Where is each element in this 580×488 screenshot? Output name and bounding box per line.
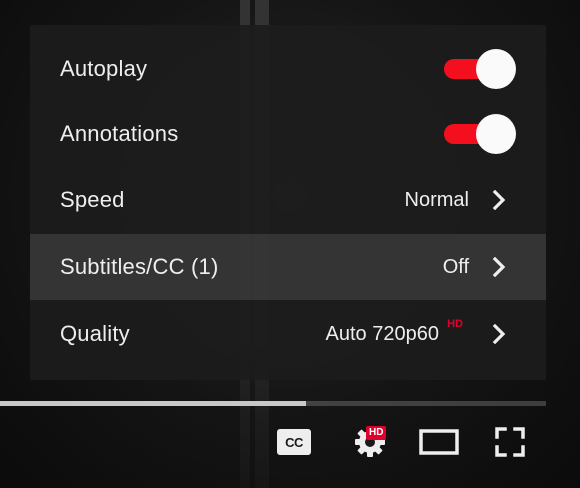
theater-mode-icon bbox=[419, 429, 459, 455]
speed-label: Speed bbox=[60, 187, 125, 212]
cc-icon: CC bbox=[277, 429, 311, 455]
quality-label: Quality bbox=[60, 321, 130, 346]
annotations-toggle[interactable] bbox=[444, 114, 516, 154]
quality-row[interactable]: Quality Auto 720p60 HD bbox=[30, 301, 546, 367]
fullscreen-icon bbox=[495, 427, 525, 457]
progress-loaded bbox=[0, 401, 306, 406]
chevron-right-icon bbox=[492, 324, 506, 344]
chevron-right-icon bbox=[492, 190, 506, 210]
autoplay-toggle[interactable] bbox=[444, 49, 516, 89]
toggle-knob bbox=[476, 114, 516, 154]
quality-value: Auto 720p60 HD bbox=[325, 318, 463, 346]
autoplay-label: Autoplay bbox=[60, 56, 148, 81]
quality-resolution: 720p60 bbox=[372, 322, 439, 345]
settings-menu: Autoplay Annotations Speed Normal Subtit… bbox=[30, 25, 546, 380]
subtitles-value: Off bbox=[442, 255, 469, 278]
speed-row[interactable]: Speed Normal bbox=[30, 167, 546, 233]
quality-mode: Auto bbox=[325, 322, 367, 345]
video-player[interactable]: Autoplay Annotations Speed Normal Subtit… bbox=[0, 0, 580, 488]
theater-mode-button[interactable] bbox=[416, 422, 462, 462]
fullscreen-button[interactable] bbox=[490, 422, 530, 462]
hd-superscript: HD bbox=[447, 317, 463, 330]
chevron-right-icon bbox=[492, 257, 506, 277]
subtitles-button[interactable]: CC bbox=[274, 422, 314, 462]
settings-button[interactable]: HD bbox=[346, 422, 394, 462]
progress-bar[interactable] bbox=[0, 401, 546, 406]
annotations-label: Annotations bbox=[60, 121, 179, 146]
toggle-knob bbox=[476, 49, 516, 89]
speed-value: Normal bbox=[404, 188, 469, 211]
annotations-row[interactable]: Annotations bbox=[30, 101, 546, 167]
autoplay-row[interactable]: Autoplay bbox=[30, 36, 546, 102]
hd-badge: HD bbox=[366, 426, 387, 440]
subtitles-row[interactable]: Subtitles/CC (1) Off bbox=[30, 234, 546, 300]
subtitles-label: Subtitles/CC (1) bbox=[60, 254, 219, 279]
